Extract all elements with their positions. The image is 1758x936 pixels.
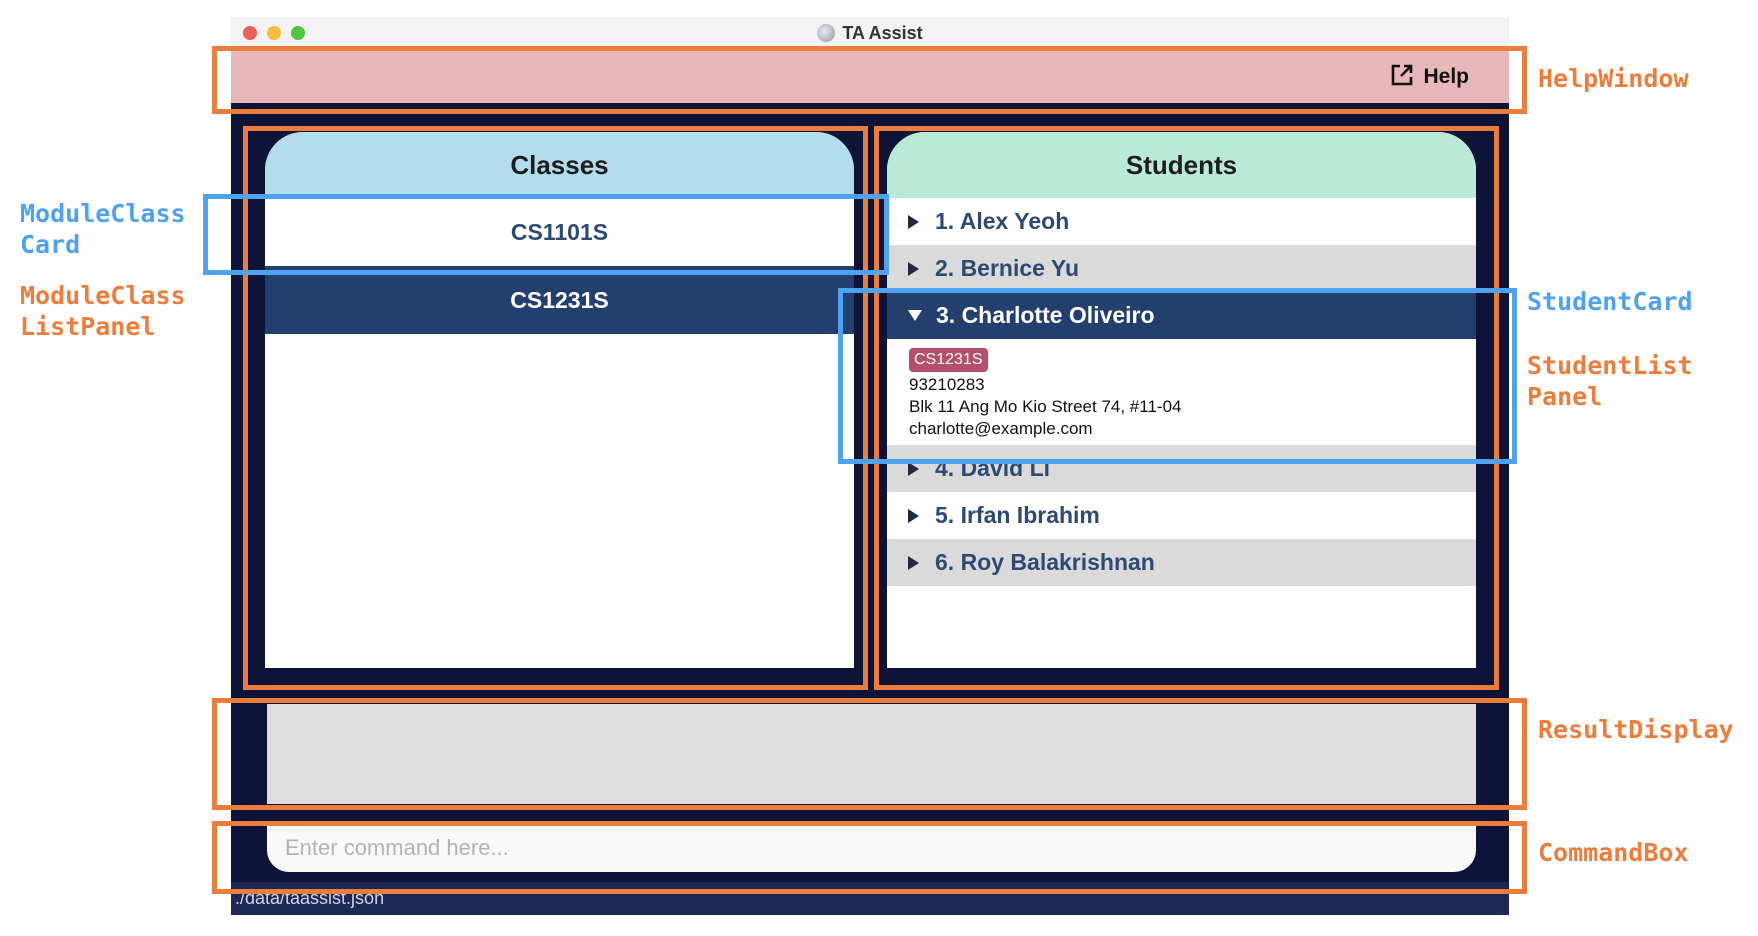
help-window-annotation: HelpWindow [1538, 64, 1689, 93]
window-title-group: TA Assist [231, 17, 1509, 49]
result-display-annotation: ResultDisplay [1538, 715, 1734, 744]
student-list-panel-annotation: StudentList Panel [1527, 351, 1693, 411]
result-display-annotation-box [212, 698, 1527, 810]
command-box-annotation-box [212, 821, 1527, 894]
module-class-card-annotation: ModuleClass Card [20, 199, 186, 259]
command-box-annotation: CommandBox [1538, 838, 1689, 867]
student-card-annotation: StudentCard [1527, 287, 1693, 316]
app-icon [817, 24, 836, 42]
window-title: TA Assist [842, 22, 923, 43]
module-class-list-panel-annotation: ModuleClass ListPanel [20, 281, 186, 341]
module-class-card-annotation-box [203, 194, 889, 275]
help-window-annotation-box [212, 46, 1527, 114]
student-card-annotation-box [838, 288, 1517, 464]
title-bar: TA Assist [231, 17, 1509, 49]
